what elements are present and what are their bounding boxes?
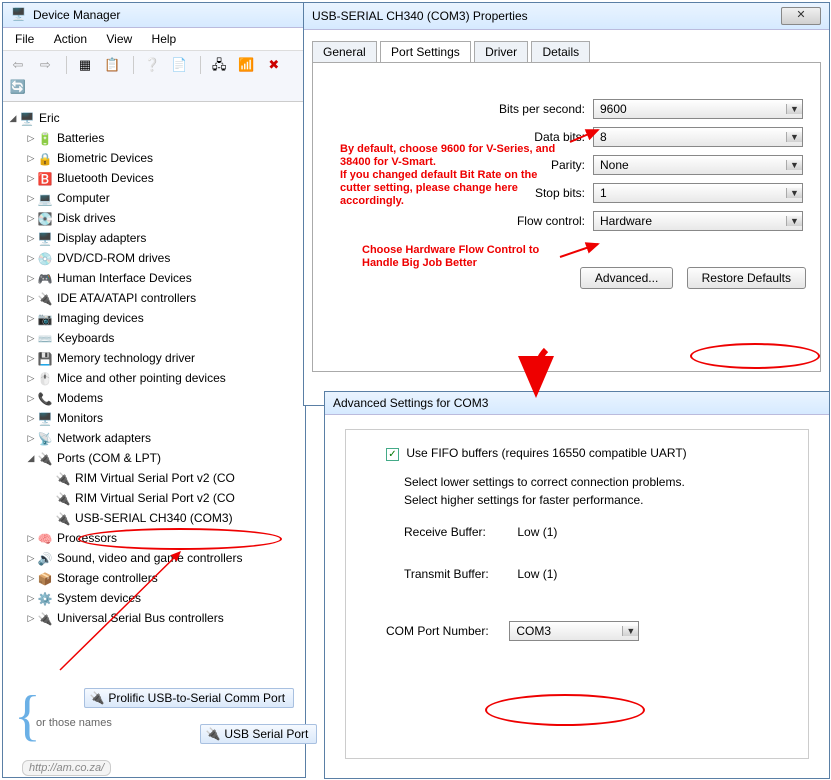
port-icon: 🔌 (89, 691, 105, 705)
tree-node[interactable]: ▷💻Computer (25, 188, 301, 208)
devmgr-icon: 🖥️ (11, 7, 27, 23)
tree-node[interactable]: ▷🔋Batteries (25, 128, 301, 148)
fifo-hint1: Select lower settings to correct connect… (404, 475, 788, 489)
tree-child[interactable]: 🔌RIM Virtual Serial Port v2 (CO (43, 468, 301, 488)
device-tree[interactable]: ◢🖥️ Eric ▷🔋Batteries▷🔒Biometric Devices▷… (3, 102, 305, 634)
databits-label: Data bits: (443, 130, 593, 144)
tree-node[interactable]: ▷📷Imaging devices (25, 308, 301, 328)
pill-usbserial: 🔌 USB Serial Port (200, 724, 317, 744)
transmit-buffer-label: Transmit Buffer: (404, 567, 514, 581)
chevron-down-icon[interactable]: ▼ (786, 132, 802, 142)
fifo-row[interactable]: ✓ Use FIFO buffers (requires 16550 compa… (386, 446, 788, 461)
tree-node[interactable]: ▷🔌IDE ATA/ATAPI controllers (25, 288, 301, 308)
tab-driver[interactable]: Driver (474, 41, 528, 62)
advanced-settings-window: Advanced Settings for COM3 ✓ Use FIFO bu… (324, 391, 830, 779)
devmgr-titlebar: 🖥️ Device Manager (3, 3, 305, 28)
menu-action[interactable]: Action (46, 30, 95, 48)
bits-per-second-dropdown[interactable]: 9600 ▼ (593, 99, 803, 119)
props-title: USB-SERIAL CH340 (COM3) Properties (312, 9, 528, 23)
list-icon[interactable]: 📋 (101, 54, 123, 76)
com-port-label: COM Port Number: (386, 624, 506, 638)
flow-control-dropdown[interactable]: Hardware ▼ (593, 211, 803, 231)
menubar: File Action View Help (3, 28, 305, 51)
tab-general[interactable]: General (312, 41, 377, 62)
tab-details[interactable]: Details (531, 41, 590, 62)
adv-titlebar: Advanced Settings for COM3 (325, 392, 829, 415)
stopbits-label: Stop bits: (443, 186, 593, 200)
receive-buffer-low: Low (1) (517, 525, 557, 539)
update-icon[interactable]: 📶 (235, 54, 257, 76)
pill-prolific: 🔌 Prolific USB-to-Serial Comm Port (84, 688, 294, 708)
devmgr-title: Device Manager (33, 8, 120, 22)
tree-node[interactable]: ▷📡Network adapters (25, 428, 301, 448)
tree-node[interactable]: ▷🔌Universal Serial Bus controllers (25, 608, 301, 628)
tree-node[interactable]: ▷📞Modems (25, 388, 301, 408)
tree-node[interactable]: ▷🔊Sound, video and game controllers (25, 548, 301, 568)
tree-child[interactable]: 🔌USB-SERIAL CH340 (COM3) (43, 508, 301, 528)
tree-node[interactable]: ▷💿DVD/CD-ROM drives (25, 248, 301, 268)
tree-node[interactable]: ▷🔒Biometric Devices (25, 148, 301, 168)
url-badge: http://am.co.za/ (22, 760, 111, 776)
tree-node[interactable]: ◢🔌Ports (COM & LPT) (25, 448, 301, 468)
tree-node[interactable]: ▷💽Disk drives (25, 208, 301, 228)
device-manager-window: 🖥️ Device Manager File Action View Help … (2, 2, 306, 778)
properties-window: USB-SERIAL CH340 (COM3) Properties ✕ Gen… (303, 2, 830, 406)
tree-node[interactable]: ▷🖥️Display adapters (25, 228, 301, 248)
tree-node[interactable]: ▷⌨️Keyboards (25, 328, 301, 348)
forward-icon[interactable]: ⇨ (34, 54, 56, 76)
help-icon[interactable]: ❔ (141, 54, 163, 76)
menu-help[interactable]: Help (144, 30, 185, 48)
back-icon[interactable]: ⇦ (7, 54, 29, 76)
chevron-down-icon[interactable]: ▼ (786, 160, 802, 170)
action-icon[interactable]: 📄 (168, 54, 190, 76)
bits-label: Bits per second: (443, 102, 593, 116)
menu-file[interactable]: File (7, 30, 42, 48)
data-bits-dropdown[interactable]: 8 ▼ (593, 127, 803, 147)
close-icon[interactable]: ✕ (781, 7, 821, 25)
port-settings-panel: Bits per second: 9600 ▼ Data bits: 8 ▼ P… (312, 62, 821, 372)
stop-bits-dropdown[interactable]: 1 ▼ (593, 183, 803, 203)
port-icon: 🔌 (205, 727, 221, 741)
tree-node[interactable]: ▷💾Memory technology driver (25, 348, 301, 368)
refresh-icon[interactable]: 🔄 (7, 76, 29, 98)
tab-port-settings[interactable]: Port Settings (380, 41, 471, 63)
restore-defaults-button[interactable]: Restore Defaults (687, 267, 806, 289)
receive-buffer-label: Receive Buffer: (404, 525, 514, 539)
transmit-buffer-low: Low (1) (517, 567, 557, 581)
chevron-down-icon[interactable]: ▼ (786, 104, 802, 114)
menu-view[interactable]: View (98, 30, 140, 48)
advanced-button[interactable]: Advanced... (580, 267, 673, 289)
fifo-checkbox[interactable]: ✓ (386, 448, 399, 461)
tree-node[interactable]: ▷🧠Processors (25, 528, 301, 548)
parity-label: Parity: (443, 158, 593, 172)
tree-child[interactable]: 🔌RIM Virtual Serial Port v2 (CO (43, 488, 301, 508)
tree-node[interactable]: ▷📦Storage controllers (25, 568, 301, 588)
toolbar: ⇦ ⇨ ▦ 📋 ❔ 📄 🖧 📶 ✖ 🔄 (3, 51, 305, 102)
adv-title: Advanced Settings for COM3 (333, 396, 488, 410)
props-titlebar: USB-SERIAL CH340 (COM3) Properties ✕ (304, 3, 829, 30)
tree-node[interactable]: ▷🎮Human Interface Devices (25, 268, 301, 288)
chevron-down-icon[interactable]: ▼ (786, 188, 802, 198)
chevron-down-icon[interactable]: ▼ (622, 626, 638, 636)
or-those-names: or those names (36, 717, 112, 729)
tree-node[interactable]: ▷🅱️Bluetooth Devices (25, 168, 301, 188)
fifo-hint2: Select higher settings for faster perfor… (404, 493, 788, 507)
flow-label: Flow control: (443, 214, 593, 228)
tree-node[interactable]: ▷🖱️Mice and other pointing devices (25, 368, 301, 388)
parity-dropdown[interactable]: None ▼ (593, 155, 803, 175)
tree-node[interactable]: ▷🖥️Monitors (25, 408, 301, 428)
tree-root[interactable]: ◢🖥️ Eric (7, 108, 301, 128)
grid-icon[interactable]: ▦ (74, 54, 96, 76)
tab-strip: General Port Settings Driver Details (312, 40, 821, 62)
com-port-dropdown[interactable]: COM3 ▼ (509, 621, 639, 641)
scan-icon[interactable]: 🖧 (208, 54, 230, 76)
uninstall-icon[interactable]: ✖ (263, 54, 285, 76)
tree-node[interactable]: ▷⚙️System devices (25, 588, 301, 608)
chevron-down-icon[interactable]: ▼ (786, 216, 802, 226)
